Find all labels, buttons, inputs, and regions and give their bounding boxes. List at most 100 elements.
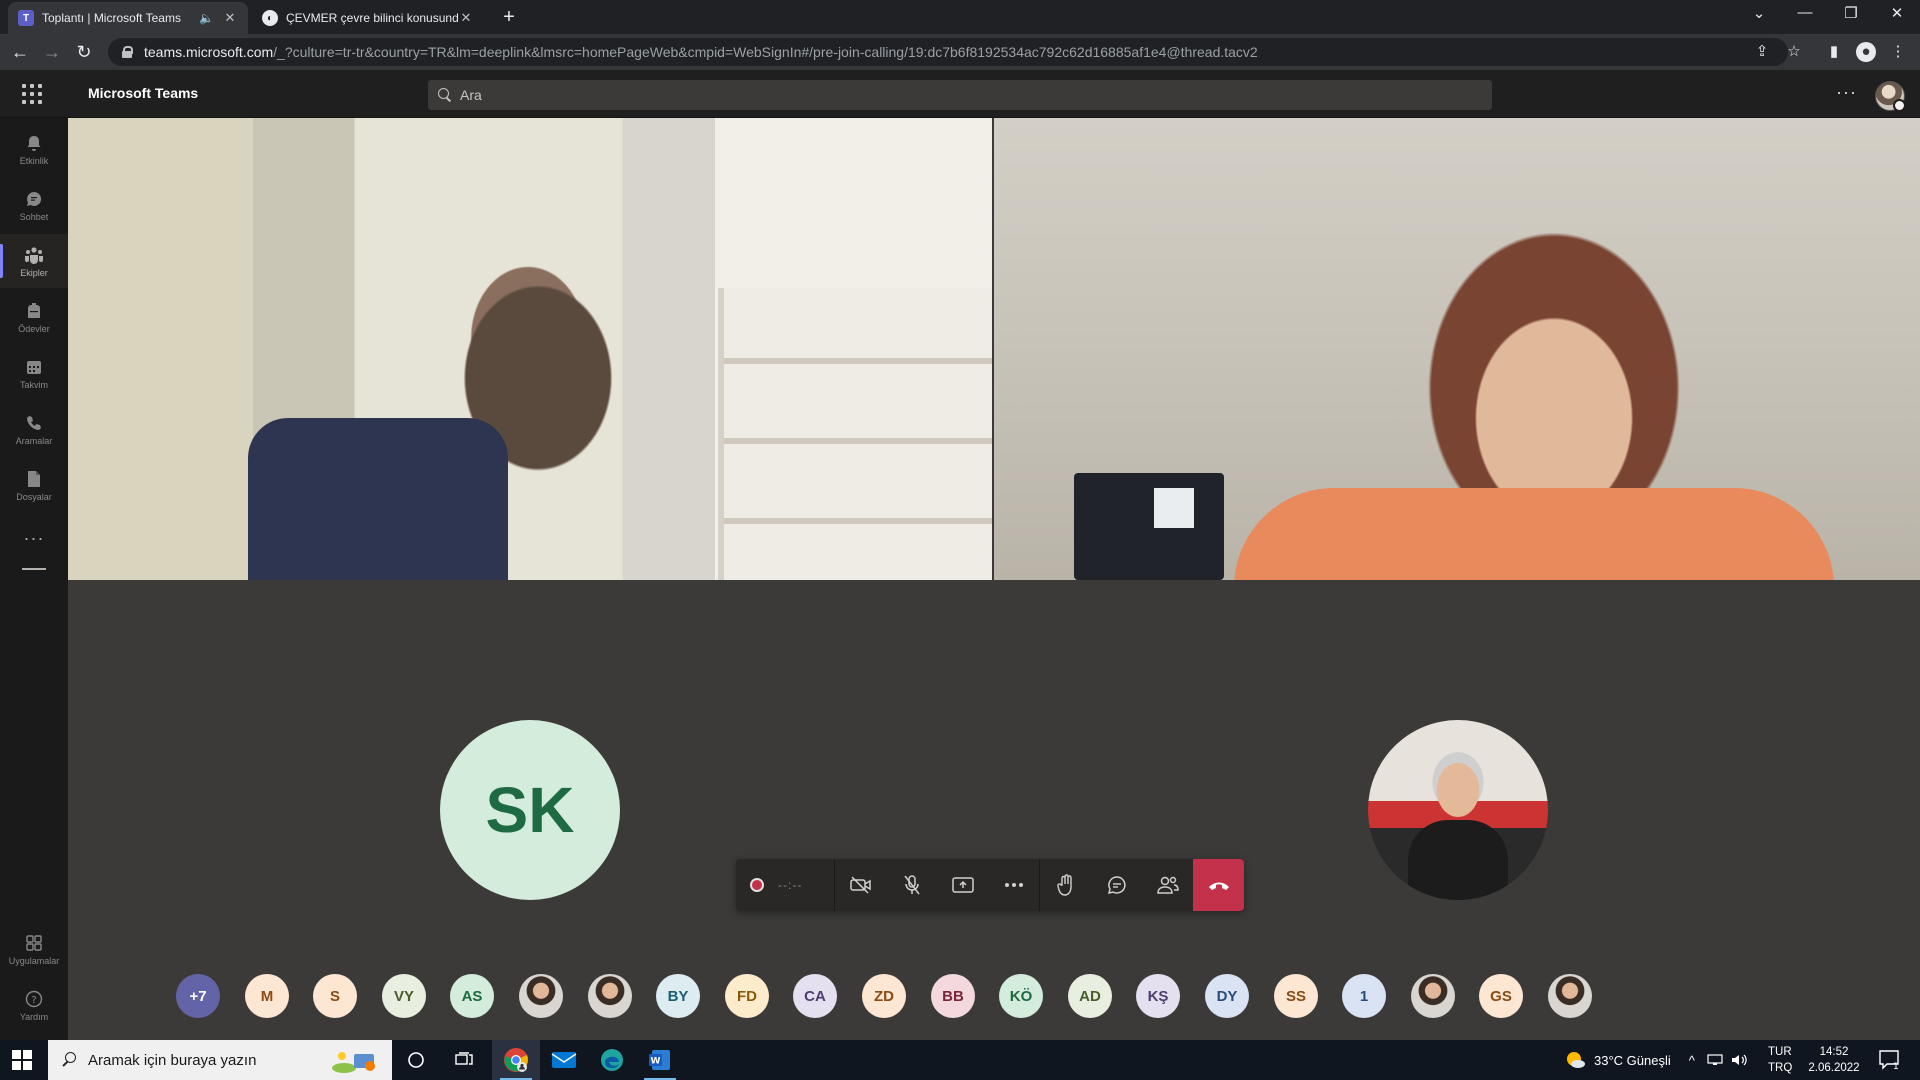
raise-hand-button[interactable]: [1040, 859, 1091, 911]
taskbar-word[interactable]: W: [636, 1040, 684, 1080]
video-content: [248, 418, 508, 580]
tab-teams-meeting[interactable]: T Toplantı | Microsoft Teams 🔈 ✕: [8, 2, 248, 34]
cortana-icon: [408, 1052, 424, 1068]
recording-indicator[interactable]: --:--: [736, 859, 834, 911]
cortana-button[interactable]: [392, 1040, 440, 1080]
participant-avatar[interactable]: GS: [1479, 974, 1523, 1018]
weather-text[interactable]: 33°C Güneşli: [1594, 1053, 1671, 1068]
participant-avatar[interactable]: SS: [1274, 974, 1318, 1018]
chat-button[interactable]: [1091, 859, 1142, 911]
mute-button[interactable]: [886, 859, 937, 911]
participant-avatar[interactable]: 1: [1342, 974, 1386, 1018]
rail-item-calendar[interactable]: Takvim: [0, 346, 68, 400]
edge-icon: [601, 1049, 623, 1071]
rail-item-chat[interactable]: Sohbet: [0, 178, 68, 232]
speaker-icon[interactable]: 🔈: [199, 11, 214, 25]
participant-photo-avatar[interactable]: [1548, 974, 1592, 1018]
participant-avatar[interactable]: FD: [725, 974, 769, 1018]
share-screen-icon: [951, 877, 974, 893]
taskbar-mail[interactable]: [540, 1040, 588, 1080]
user-avatar[interactable]: [1875, 81, 1906, 112]
camera-off-button[interactable]: [835, 859, 886, 911]
more-apps-icon[interactable]: ···: [0, 528, 68, 549]
task-view-button[interactable]: [440, 1040, 488, 1080]
participant-photo-avatar[interactable]: [1411, 974, 1455, 1018]
input-language[interactable]: TUR TRQ: [1768, 1044, 1792, 1076]
tab-close-icon[interactable]: ✕: [458, 10, 474, 26]
address-bar[interactable]: teams.microsoft.com/_?culture=tr-tr&coun…: [108, 38, 1788, 66]
more-options-icon[interactable]: ···: [1836, 82, 1857, 103]
taskbar-search-input[interactable]: Aramak için buraya yazın: [48, 1040, 392, 1080]
volume-icon[interactable]: [1731, 1053, 1747, 1067]
network-icon[interactable]: [1707, 1053, 1723, 1067]
notification-count: 1: [1893, 1062, 1899, 1071]
app-launcher-icon[interactable]: [22, 84, 42, 104]
participants-button[interactable]: [1142, 859, 1193, 911]
rail-item-files[interactable]: Dosyalar: [0, 458, 68, 512]
app-rail: Etkinlik Sohbet Ekipler Ödevler Takvim A…: [0, 118, 68, 1040]
more-actions-button[interactable]: [988, 859, 1039, 911]
lock-icon[interactable]: [122, 46, 133, 58]
weather-sun-icon[interactable]: [1564, 1050, 1586, 1070]
rail-item-calls[interactable]: Aramalar: [0, 402, 68, 456]
browser-menu-icon[interactable]: ⋮: [1888, 42, 1908, 62]
windows-start-icon[interactable]: [12, 1050, 32, 1070]
participant-avatar[interactable]: KŞ: [1136, 974, 1180, 1018]
record-icon: [750, 878, 764, 892]
participant-avatar[interactable]: DY: [1205, 974, 1249, 1018]
teams-favicon-icon: T: [18, 10, 34, 26]
new-tab-button[interactable]: +: [498, 6, 520, 29]
side-panel-icon[interactable]: ▮: [1824, 42, 1844, 62]
taskbar-clock[interactable]: 14:52 2.06.2022: [1806, 1044, 1862, 1076]
globe-favicon-icon: ◐: [262, 10, 278, 26]
back-button[interactable]: ←: [8, 40, 32, 64]
profile-icon[interactable]: ●: [1856, 42, 1876, 62]
taskbar-chrome[interactable]: [492, 1040, 540, 1080]
tab-close-icon[interactable]: ✕: [222, 10, 238, 26]
share-screen-button[interactable]: [937, 859, 988, 911]
rail-label: Dosyalar: [16, 491, 52, 502]
minimize-button[interactable]: —: [1790, 4, 1820, 21]
rail-item-activity[interactable]: Etkinlik: [0, 122, 68, 176]
notification-icon: 1: [1879, 1050, 1899, 1072]
hangup-icon: [1208, 882, 1229, 890]
chat-bubble-icon: [1107, 876, 1126, 895]
bookmark-star-icon[interactable]: ☆: [1784, 42, 1804, 62]
chevron-up-icon[interactable]: ^: [1689, 1053, 1695, 1068]
task-view-icon: [455, 1052, 473, 1065]
taskbar-edge[interactable]: [588, 1040, 636, 1080]
participant-avatar[interactable]: AD: [1068, 974, 1112, 1018]
participant-avatar[interactable]: VY: [382, 974, 426, 1018]
participant-avatar[interactable]: AS: [450, 974, 494, 1018]
rail-item-teams[interactable]: Ekipler: [0, 234, 68, 288]
participant-avatar[interactable]: CA: [793, 974, 837, 1018]
participant-video-tile[interactable]: [994, 118, 1920, 580]
share-icon[interactable]: ⇪: [1752, 42, 1772, 62]
participant-avatar[interactable]: S: [313, 974, 357, 1018]
participant-avatar[interactable]: BY: [656, 974, 700, 1018]
close-window-button[interactable]: ✕: [1882, 4, 1912, 22]
chat-icon: [24, 189, 44, 209]
rail-item-assignments[interactable]: Ödevler: [0, 290, 68, 344]
participant-photo-avatar[interactable]: [588, 974, 632, 1018]
participant-avatar[interactable]: +7: [176, 974, 220, 1018]
tab-cevmer[interactable]: ◐ ÇEVMER çevre bilinci konusunda ✕: [252, 2, 484, 34]
restore-button[interactable]: ❐: [1836, 4, 1866, 22]
participant-photo-avatar[interactable]: [519, 974, 563, 1018]
forward-button[interactable]: →: [40, 40, 64, 64]
tab-search-icon[interactable]: ⌄: [1744, 4, 1774, 22]
participant-video-tile[interactable]: [68, 118, 992, 580]
reload-button[interactable]: ↻: [72, 40, 96, 64]
leave-call-button[interactable]: [1193, 859, 1245, 911]
participant-avatar[interactable]: M: [245, 974, 289, 1018]
participant-avatar-photo[interactable]: [1368, 720, 1548, 900]
participant-avatar[interactable]: KÖ: [999, 974, 1043, 1018]
rail-item-help[interactable]: ? Yardım: [0, 978, 68, 1032]
participant-avatar-initials[interactable]: SK: [440, 720, 620, 900]
search-input[interactable]: Ara: [428, 80, 1492, 110]
url-host: teams.microsoft.com: [144, 44, 274, 60]
rail-item-apps[interactable]: Uygulamalar: [0, 922, 68, 976]
notification-center-button[interactable]: 1: [1878, 1049, 1902, 1072]
participant-avatar[interactable]: BB: [931, 974, 975, 1018]
participant-avatar[interactable]: ZD: [862, 974, 906, 1018]
